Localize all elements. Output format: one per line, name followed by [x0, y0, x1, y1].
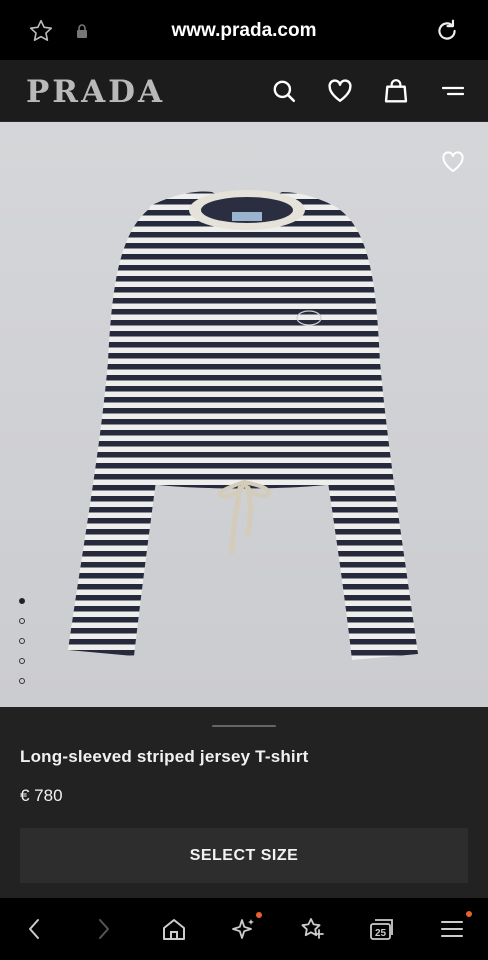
shopping-bag-icon[interactable]	[381, 76, 411, 106]
notification-badge	[256, 912, 262, 918]
home-icon[interactable]	[144, 898, 204, 960]
search-icon[interactable]	[269, 76, 299, 106]
menu-badge	[466, 911, 472, 917]
back-icon[interactable]	[4, 898, 64, 960]
gallery-dot-2[interactable]	[19, 618, 25, 624]
product-image	[0, 122, 488, 707]
product-price: € 780	[20, 786, 63, 805]
browser-bottom-nav: 25	[0, 898, 488, 960]
prada-logo[interactable]: PRADA	[26, 74, 165, 110]
browser-menu-icon[interactable]	[422, 898, 482, 960]
reload-icon[interactable]	[430, 14, 464, 48]
product-info-panel: Long-sleeved striped jersey T-shirt € 78…	[0, 707, 488, 898]
drag-handle[interactable]	[212, 725, 276, 727]
gallery-dot-1[interactable]	[19, 598, 25, 604]
gallery-dot-4[interactable]	[19, 658, 25, 664]
tabs-icon[interactable]: 25	[352, 898, 412, 960]
sparkle-icon[interactable]	[214, 898, 274, 960]
favorites-icon[interactable]	[283, 898, 343, 960]
product-title: Long-sleeved striped jersey T-shirt	[20, 747, 309, 766]
gallery-dot-3[interactable]	[19, 638, 25, 644]
browser-toolbar: www.prada.com	[0, 0, 488, 60]
heart-icon[interactable]	[325, 76, 355, 106]
gallery-dot-5[interactable]	[19, 678, 25, 684]
address-bar-url[interactable]: www.prada.com	[0, 0, 488, 60]
forward-icon[interactable]	[74, 898, 134, 960]
wishlist-heart-icon[interactable]	[440, 150, 466, 174]
tab-count: 25	[375, 928, 387, 939]
menu-icon[interactable]	[438, 78, 468, 104]
select-size-button[interactable]: SELECT SIZE	[20, 828, 468, 883]
site-header: PRADA	[0, 60, 488, 122]
product-image-gallery[interactable]	[0, 122, 488, 707]
